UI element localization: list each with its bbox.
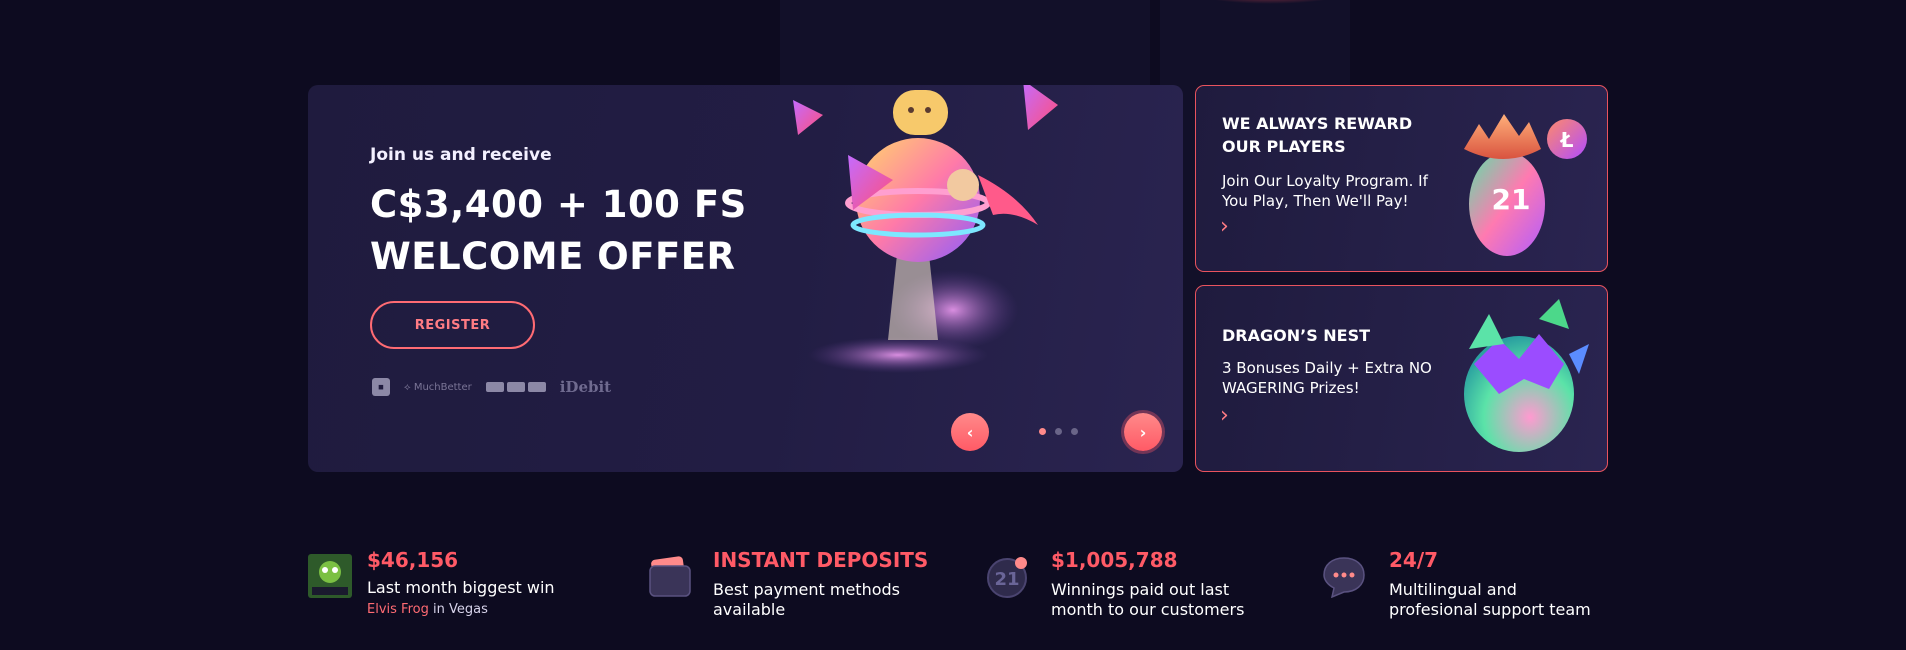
card-title: WE ALWAYS REWARD OUR PLAYERS [1222, 114, 1413, 156]
card-text: Join Our Loyalty Program. If You Play, T… [1222, 172, 1428, 210]
card-logos [485, 382, 546, 392]
dragons-nest-card[interactable]: DRAGON’S NEST 3 Bonuses Daily + Extra NO… [1195, 285, 1608, 472]
svg-text:21: 21 [994, 569, 1019, 590]
welcome-offer-banner: Join us and receive C$3,400 + 100 FS WEL… [308, 85, 1183, 472]
carousel-dots [1039, 428, 1078, 435]
mascot-illustration [793, 85, 1058, 373]
carousel-dot[interactable] [1039, 428, 1046, 435]
stat-headline: $46,156 [367, 548, 459, 572]
stat-headline: INSTANT DEPOSITS [713, 548, 929, 572]
crown-coin-illustration: 21 Ł [1464, 114, 1587, 256]
chevron-right-icon[interactable]: › [1220, 403, 1229, 428]
chat-bubble-icon [1323, 557, 1365, 598]
interac-logo: ◼ [372, 378, 390, 396]
game-thumbnail[interactable] [308, 554, 352, 598]
loyalty-program-card[interactable]: WE ALWAYS REWARD OUR PLAYERS Join Our Lo… [1195, 85, 1608, 272]
hero-subtitle: Join us and receive [370, 145, 552, 165]
hero-amount: C$3,400 + 100 FS [370, 183, 747, 226]
mastercard-logo [506, 382, 525, 392]
stat-description: Winnings paid out last month to our cust… [1051, 580, 1245, 619]
hero-offer-title: WELCOME OFFER [370, 235, 736, 278]
svg-text:21: 21 [1492, 183, 1531, 216]
maestro-logo [527, 382, 546, 392]
carousel-next-button[interactable]: › [1124, 413, 1162, 451]
muchbetter-logo: ⟡ MuchBetter [404, 381, 472, 393]
card-title: DRAGON’S NEST [1222, 326, 1371, 345]
carousel-dot[interactable] [1071, 428, 1078, 435]
idebit-logo: iDebit [559, 378, 612, 396]
visa-logo [485, 382, 504, 392]
coin-icon: 21 [987, 557, 1027, 598]
stat-description: Last month biggest win [367, 578, 555, 597]
stat-description: Best payment methods available [713, 580, 900, 619]
stat-headline: 24/7 [1389, 548, 1439, 572]
chevron-right-icon[interactable]: › [1220, 214, 1229, 239]
card-text: 3 Bonuses Daily + Extra NO WAGERING Priz… [1222, 359, 1432, 397]
stat-game-link[interactable]: Elvis Frog in Vegas [367, 602, 488, 617]
register-button[interactable]: REGISTER [370, 301, 535, 349]
stat-description: Multilingual and profesional support tea… [1389, 580, 1591, 619]
svg-text:Ł: Ł [1560, 128, 1574, 152]
wallet-icon [649, 556, 691, 597]
stat-headline: $1,005,788 [1051, 548, 1178, 572]
payment-methods: ◼ ⟡ MuchBetter iDebit [372, 378, 611, 396]
muchbetter-icon: ⟡ [404, 381, 411, 393]
dragon-egg-illustration [1464, 299, 1589, 452]
carousel-prev-button[interactable]: ‹ [951, 413, 989, 451]
carousel-dot[interactable] [1055, 428, 1062, 435]
